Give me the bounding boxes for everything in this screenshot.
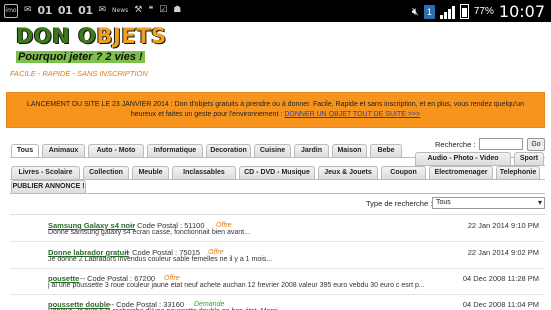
tools-icon: ⚒ xyxy=(134,5,143,15)
tab-jeux-jouets[interactable]: Jeux & Jouets xyxy=(318,166,378,179)
tab-animaux[interactable]: Animaux xyxy=(42,144,85,157)
tab-auto-moto[interactable]: Auto - Moto xyxy=(88,144,144,157)
listing-description: Je donne 2 Labradors invendus couleur sa… xyxy=(48,256,273,263)
logo-tagline: FACILE - RAPIDE - SANS INSCRIPTION xyxy=(10,69,148,78)
banner-text-2: heureux et faites un geste pour l'enviro… xyxy=(130,111,283,118)
listing-date: 04 Dec 2008 11:28 PM xyxy=(462,274,539,283)
tab-publier-annonce[interactable]: PUBLIER ANNONCE ! xyxy=(11,180,86,193)
site-logo[interactable]: DON OBJETS Pourquoi jeter ? 2 vies ! FAC… xyxy=(10,24,166,84)
tab-meuble[interactable]: Meuble xyxy=(132,166,169,179)
image-icon: imo xyxy=(4,3,18,18)
checkbox-icon: ☑ xyxy=(159,5,168,15)
category-tabs-row-2: Livres - Scolaire Collection Meuble Inclass… xyxy=(11,166,543,180)
tab-electromenager[interactable]: Electromenager xyxy=(429,166,493,179)
listing-type: Offre xyxy=(208,249,224,256)
logo-title: DON OBJETS xyxy=(16,24,167,48)
tab-bebe[interactable]: Bebe xyxy=(370,144,402,157)
clock: 10:07 xyxy=(498,2,545,21)
tab-collection[interactable]: Collection xyxy=(83,166,129,179)
tab-jardin[interactable]: Jardin xyxy=(294,144,329,157)
search-go-button[interactable]: Go xyxy=(527,138,545,151)
listing-divider xyxy=(10,241,545,242)
search-type-select[interactable]: Tous xyxy=(432,197,545,209)
network-badge: 1 xyxy=(423,4,435,19)
tab-tous[interactable]: Tous xyxy=(11,144,39,157)
android-status-bar: imo ✉ 01 01 01 ✉ News ⚒ ❝ ☑ ☗ 🔇︎ 1 77% 1… xyxy=(0,0,551,22)
news-icon: News xyxy=(112,7,129,14)
tab-informatique[interactable]: Informatique xyxy=(147,144,203,157)
listing-item[interactable]: Samsung Galaxy s4 noir -- Code Postal : 5… xyxy=(10,216,545,242)
mail-icon: ✉ xyxy=(24,5,32,15)
tab-sport[interactable]: Sport xyxy=(514,152,544,165)
listing-item[interactable]: Donne labrador gratuit -- Code Postal : 7… xyxy=(10,243,545,269)
battery-icon xyxy=(459,4,469,19)
battery-percent: 77% xyxy=(473,6,494,17)
search-input[interactable] xyxy=(479,138,523,150)
listing-item[interactable]: poussette double -- Code Postal : 33160 De… xyxy=(10,295,545,310)
tab-coupon[interactable]: Coupon xyxy=(381,166,426,179)
tab-maison[interactable]: Maison xyxy=(332,144,367,157)
listing-description: Donne samsung galaxy s4 ecran casse, fon… xyxy=(48,229,250,236)
category-tabs-row-1b: Audio - Photo - Video Sport xyxy=(415,152,547,166)
category-tabs-row-1: Tous Animaux Auto - Moto Informatique Decora… xyxy=(11,144,405,158)
binary-stream-icon: 01 xyxy=(37,4,53,17)
binary-stream-icon: 01 xyxy=(57,4,73,17)
give-object-link[interactable]: DONNER UN OBJET TOUT DE SUITE >>> xyxy=(284,111,420,118)
tab-telephonie[interactable]: Telephonie xyxy=(496,166,540,179)
tab-audio-photo-video[interactable]: Audio - Photo - Video xyxy=(415,152,511,165)
logo-subtitle: Pourquoi jeter ? 2 vies ! xyxy=(16,51,145,63)
mute-icon: 🔇︎ xyxy=(411,5,419,18)
binary-stream-icon: 01 xyxy=(78,4,93,17)
android-icon: ☗ xyxy=(173,5,182,15)
listing-type: Offre xyxy=(216,222,232,229)
signal-icon xyxy=(439,5,455,19)
tab-cuisine[interactable]: Cuisine xyxy=(254,144,291,157)
listing-type: Demande xyxy=(194,301,225,308)
mail-icon: ✉ xyxy=(98,5,107,15)
tab-inclassables[interactable]: Inclassables xyxy=(172,166,236,179)
tab-decoration[interactable]: Decoration xyxy=(206,144,251,157)
launch-banner: LANCEMENT DU SITE LE 23 JANVIER 2014 : D… xyxy=(6,92,545,128)
listing-date: 22 Jan 2014 9:10 PM xyxy=(467,221,539,230)
listing-description: j ai une poussette 3 roue couleur jaune … xyxy=(48,282,425,289)
listing-date: 04 Dec 2008 11:04 PM xyxy=(462,300,539,309)
listing-item[interactable]: pousette -- Code Postal : 67200 Offre 04 De… xyxy=(10,269,545,295)
listing-type: Offre xyxy=(164,275,180,282)
tab-cd-dvd-musique[interactable]: CD - DVD - Musique xyxy=(239,166,315,179)
category-tabs-row-3: PUBLIER ANNONCE ! xyxy=(11,180,89,194)
chat-icon: ❝ xyxy=(148,5,154,15)
tab-livres-scolaire[interactable]: Livres - Scolaire xyxy=(11,166,80,179)
tabs-divider xyxy=(10,179,545,180)
banner-text: LANCEMENT DU SITE LE 23 JANVIER 2014 : D… xyxy=(26,101,525,108)
search-label: Recherche : xyxy=(435,140,476,149)
listing-date: 22 Jan 2014 9:02 PM xyxy=(467,248,539,257)
tabs-divider xyxy=(10,193,545,194)
list-divider xyxy=(10,214,545,215)
search-type-label: Type de recherche : xyxy=(366,199,433,208)
